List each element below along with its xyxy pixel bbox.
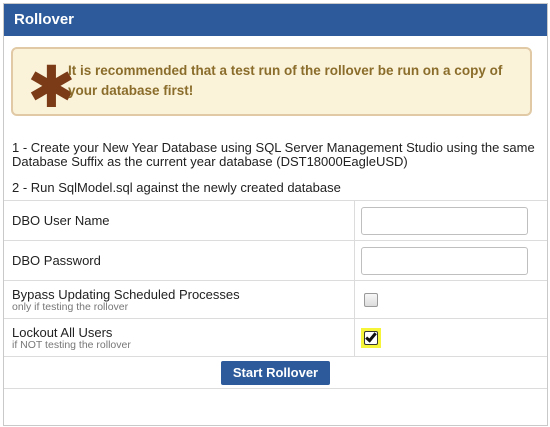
- form-row-lockout: Lockout All Users if NOT testing the rol…: [4, 318, 547, 357]
- rollover-panel: Rollover ✱ It is recommended that a test…: [3, 3, 548, 426]
- warning-text: It is recommended that a test run of the…: [68, 63, 503, 98]
- bypass-checkbox[interactable]: [363, 292, 378, 307]
- start-rollover-button[interactable]: Start Rollover: [220, 360, 331, 385]
- step-2-text: 2 - Run SqlModel.sql against the newly c…: [12, 180, 341, 195]
- rollover-form: DBO User Name DBO Password Bypass Updati…: [4, 200, 547, 389]
- form-row-bypass: Bypass Updating Scheduled Processes only…: [4, 280, 547, 319]
- dbo-user-input[interactable]: [360, 206, 528, 235]
- warning-box: ✱ It is recommended that a test run of t…: [11, 47, 532, 121]
- dbo-password-label: DBO Password: [12, 252, 101, 268]
- lockout-checkbox-highlight: [360, 327, 381, 348]
- panel-title: Rollover: [4, 4, 547, 36]
- dbo-password-input[interactable]: [360, 246, 528, 275]
- dbo-user-label: DBO User Name: [12, 212, 110, 228]
- form-actions-row: Start Rollover: [4, 356, 547, 389]
- step-1-text: 1 - Create your New Year Database using …: [12, 140, 535, 169]
- bypass-label: Bypass Updating Scheduled Processes: [12, 286, 240, 302]
- asterisk-icon: ✱: [27, 53, 76, 121]
- lockout-hint: if NOT testing the rollover: [12, 338, 131, 351]
- form-row-dbo-password: DBO Password: [4, 240, 547, 281]
- lockout-label: Lockout All Users: [12, 324, 113, 340]
- lockout-checkbox[interactable]: [363, 329, 378, 345]
- form-row-dbo-user: DBO User Name: [4, 200, 547, 241]
- bypass-hint: only if testing the rollover: [12, 300, 129, 313]
- checkmark-icon: [364, 329, 377, 343]
